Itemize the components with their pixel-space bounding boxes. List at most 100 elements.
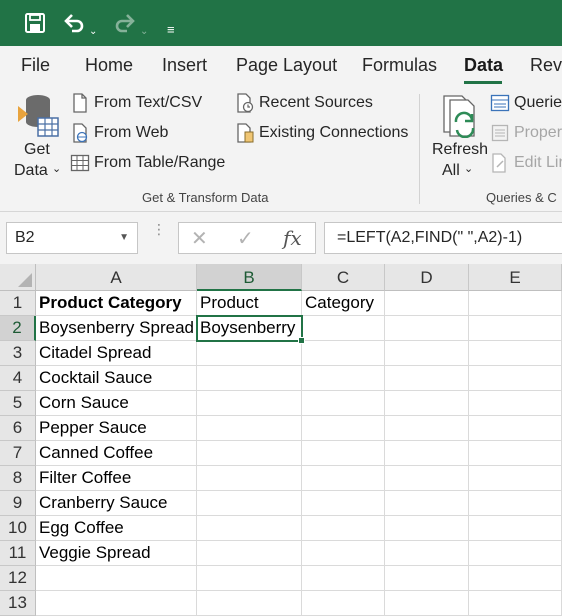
cell-c1[interactable]: Category (302, 291, 385, 316)
cell-e11[interactable] (469, 541, 562, 566)
column-header-b[interactable]: B (197, 264, 302, 291)
row-header-4[interactable]: 4 (0, 366, 36, 391)
cell-c4[interactable] (302, 366, 385, 391)
cell-b2[interactable]: Boysenberry (197, 316, 302, 341)
get-data-button[interactable]: Get Data ⌄ (10, 92, 66, 182)
cell-a10[interactable]: Egg Coffee (36, 516, 197, 541)
drag-handle-icon[interactable]: ⋮ (152, 222, 166, 236)
spreadsheet-grid[interactable]: ABCDE 1 Product Category Product Category 2 B… (0, 264, 562, 616)
cell-e2[interactable] (469, 316, 562, 341)
cell-b5[interactable] (197, 391, 302, 416)
column-header-d[interactable]: D (385, 264, 469, 291)
cell-a7[interactable]: Canned Coffee (36, 441, 197, 466)
row-header-3[interactable]: 3 (0, 341, 36, 366)
cell-b9[interactable] (197, 491, 302, 516)
cell-b7[interactable] (197, 441, 302, 466)
cell-c12[interactable] (302, 566, 385, 591)
row-header-9[interactable]: 9 (0, 491, 36, 516)
column-header-a[interactable]: A (36, 264, 197, 291)
cell-d3[interactable] (385, 341, 469, 366)
cell-d4[interactable] (385, 366, 469, 391)
cell-e1[interactable] (469, 291, 562, 316)
cell-d8[interactable] (385, 466, 469, 491)
cell-e3[interactable] (469, 341, 562, 366)
cell-e13[interactable] (469, 591, 562, 616)
save-icon[interactable] (24, 8, 46, 38)
formula-input[interactable]: =LEFT(A2,FIND(" ",A2)-1) (324, 222, 562, 254)
cell-c10[interactable] (302, 516, 385, 541)
name-box[interactable]: B2 ▼ (6, 222, 138, 254)
cell-a9[interactable]: Cranberry Sauce (36, 491, 197, 516)
cell-d13[interactable] (385, 591, 469, 616)
cell-a3[interactable]: Citadel Spread (36, 341, 197, 366)
undo-icon[interactable] (62, 8, 86, 38)
cell-e9[interactable] (469, 491, 562, 516)
tab-file[interactable]: File (21, 55, 50, 76)
redo-icon[interactable] (113, 8, 137, 38)
cell-b1[interactable]: Product (197, 291, 302, 316)
edit-links-button[interactable]: Edit Lin (490, 153, 562, 173)
cell-b12[interactable] (197, 566, 302, 591)
cell-e4[interactable] (469, 366, 562, 391)
column-header-e[interactable]: E (469, 264, 562, 291)
tab-page-layout[interactable]: Page Layout (236, 55, 337, 76)
tab-data[interactable]: Data (464, 55, 503, 76)
insert-function-icon[interactable]: fx (283, 226, 302, 250)
row-header-8[interactable]: 8 (0, 466, 36, 491)
from-table-range-button[interactable]: From Table/Range (70, 153, 225, 173)
row-header-1[interactable]: 1 (0, 291, 36, 316)
cell-c6[interactable] (302, 416, 385, 441)
cell-e5[interactable] (469, 391, 562, 416)
refresh-all-button[interactable]: Refresh All ⌄ (428, 92, 488, 182)
row-header-5[interactable]: 5 (0, 391, 36, 416)
cell-e12[interactable] (469, 566, 562, 591)
cell-a4[interactable]: Cocktail Sauce (36, 366, 197, 391)
cell-a11[interactable]: Veggie Spread (36, 541, 197, 566)
cell-e10[interactable] (469, 516, 562, 541)
cell-d2[interactable] (385, 316, 469, 341)
row-header-13[interactable]: 13 (0, 591, 36, 616)
cell-d1[interactable] (385, 291, 469, 316)
cell-e8[interactable] (469, 466, 562, 491)
row-header-2[interactable]: 2 (0, 316, 36, 341)
cell-d6[interactable] (385, 416, 469, 441)
cell-a13[interactable] (36, 591, 197, 616)
tab-review[interactable]: Revi (530, 55, 562, 76)
fill-handle[interactable] (298, 337, 305, 344)
cell-b13[interactable] (197, 591, 302, 616)
cell-e6[interactable] (469, 416, 562, 441)
cell-c13[interactable] (302, 591, 385, 616)
cell-a1[interactable]: Product Category (36, 291, 197, 316)
cell-b10[interactable] (197, 516, 302, 541)
cell-b8[interactable] (197, 466, 302, 491)
cell-d11[interactable] (385, 541, 469, 566)
cell-c8[interactable] (302, 466, 385, 491)
cell-c5[interactable] (302, 391, 385, 416)
row-header-11[interactable]: 11 (0, 541, 36, 566)
cell-a2[interactable]: Boysenberry Spread (36, 316, 197, 341)
cell-c3[interactable] (302, 341, 385, 366)
cell-a6[interactable]: Pepper Sauce (36, 416, 197, 441)
cancel-icon[interactable]: ✕ (191, 226, 208, 251)
from-text-csv-button[interactable]: From Text/CSV (70, 93, 202, 113)
cell-c11[interactable] (302, 541, 385, 566)
customize-toolbar-icon[interactable]: ≡ (167, 14, 175, 44)
row-header-6[interactable]: 6 (0, 416, 36, 441)
row-header-7[interactable]: 7 (0, 441, 36, 466)
cell-a12[interactable] (36, 566, 197, 591)
cell-b3[interactable] (197, 341, 302, 366)
cell-a8[interactable]: Filter Coffee (36, 466, 197, 491)
row-header-10[interactable]: 10 (0, 516, 36, 541)
cell-b6[interactable] (197, 416, 302, 441)
cell-c2[interactable] (302, 316, 385, 341)
cell-a5[interactable]: Corn Sauce (36, 391, 197, 416)
select-all-button[interactable] (0, 264, 36, 291)
cell-d10[interactable] (385, 516, 469, 541)
tab-insert[interactable]: Insert (162, 55, 207, 76)
tab-formulas[interactable]: Formulas (362, 55, 437, 76)
chevron-down-icon[interactable]: ▼ (119, 232, 129, 243)
tab-home[interactable]: Home (85, 55, 133, 76)
enter-check-icon[interactable]: ✓ (237, 226, 254, 251)
cell-d5[interactable] (385, 391, 469, 416)
undo-dropdown-icon[interactable]: ⌄ (89, 16, 97, 46)
